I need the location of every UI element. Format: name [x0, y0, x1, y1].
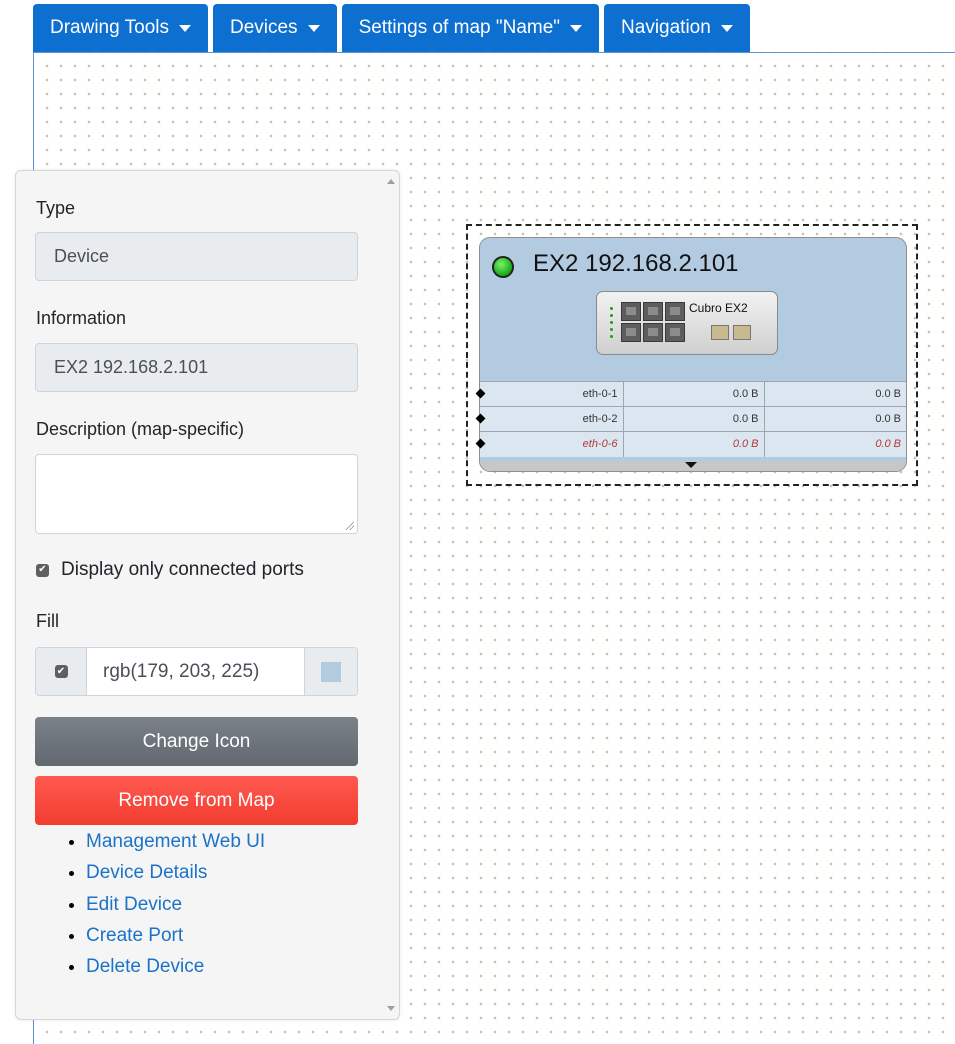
port-row[interactable]: eth-0-2 0.0 B 0.0 B [480, 406, 906, 432]
devices-menu[interactable]: Devices [212, 4, 337, 52]
led-indicators [610, 307, 613, 342]
management-web-ui-link[interactable]: Management Web UI [86, 831, 265, 852]
map-settings-label: Settings of map "Name" [358, 17, 561, 38]
type-label: Type [36, 198, 76, 218]
rj45-ports [621, 302, 685, 342]
remove-from-map-button[interactable]: Remove from Map [35, 776, 358, 825]
navigation-label: Navigation [621, 17, 711, 38]
port-in-traffic: 0.0 B [623, 431, 765, 457]
edit-device-link[interactable]: Edit Device [86, 894, 182, 915]
expand-ports-bar[interactable] [480, 461, 906, 471]
port-name: eth-0-6 [480, 431, 624, 457]
port-row[interactable]: eth-0-6 0.0 B 0.0 B [480, 431, 906, 457]
map-settings-menu[interactable]: Settings of map "Name" [341, 4, 600, 52]
scroll-up-icon[interactable] [387, 179, 395, 184]
list-item: Edit Device [86, 889, 265, 920]
drawing-tools-label: Drawing Tools [50, 17, 169, 38]
caret-down-icon [720, 24, 733, 32]
fill-enable-addon: ✔ [36, 648, 87, 695]
navigation-menu[interactable]: Navigation [604, 4, 750, 52]
list-item: Create Port [86, 920, 265, 951]
connected-ports-label: Display only connected ports [61, 559, 304, 580]
caret-down-icon [307, 24, 320, 32]
scroll-down-icon[interactable] [387, 1006, 395, 1011]
port-name: eth-0-1 [480, 381, 624, 407]
description-textarea[interactable] [35, 454, 358, 534]
port-table: eth-0-1 0.0 B 0.0 B eth-0-2 0.0 B 0.0 B … [480, 381, 906, 457]
information-label: Information [36, 308, 127, 328]
connected-ports-checkbox[interactable]: ✔ [36, 563, 49, 577]
port-row[interactable]: eth-0-1 0.0 B 0.0 B [480, 381, 906, 407]
fill-enable-checkbox[interactable]: ✔ [54, 665, 68, 678]
delete-device-link[interactable]: Delete Device [86, 956, 204, 977]
port-name: eth-0-2 [480, 406, 624, 432]
port-in-traffic: 0.0 B [623, 381, 765, 407]
caret-down-icon [178, 24, 191, 32]
device-details-link[interactable]: Device Details [86, 862, 207, 883]
fill-color-picker[interactable] [304, 648, 357, 695]
map-toolbar: Drawing Tools Devices Settings of map "N… [33, 4, 750, 52]
drawing-tools-menu[interactable]: Drawing Tools [33, 4, 208, 52]
color-swatch-icon [321, 661, 341, 682]
properties-panel: Type Device Information EX2 192.168.2.10… [15, 170, 400, 1020]
device-node[interactable]: EX2 192.168.2.101 Cubro EX2 eth-0-1 0.0 … [479, 237, 907, 472]
connected-ports-option[interactable]: ✔ Display only connected ports [36, 559, 304, 581]
devices-label: Devices [229, 17, 298, 38]
list-item: Device Details [86, 857, 265, 888]
device-node-title: EX2 192.168.2.101 [533, 250, 739, 277]
status-indicator-icon [492, 256, 514, 278]
type-field: Device [35, 232, 358, 281]
port-out-traffic: 0.0 B [764, 381, 906, 407]
list-item: Delete Device [86, 951, 265, 982]
port-out-traffic: 0.0 B [764, 406, 906, 432]
create-port-link[interactable]: Create Port [86, 925, 183, 946]
list-item: Management Web UI [86, 826, 265, 857]
resize-grip-icon[interactable] [346, 522, 354, 530]
device-action-links: Management Web UI Device Details Edit De… [56, 826, 265, 982]
caret-down-icon [570, 24, 583, 32]
information-field: EX2 192.168.2.101 [35, 343, 358, 392]
sfp-ports [711, 325, 751, 340]
switch-device-icon: Cubro EX2 [596, 291, 778, 355]
port-in-traffic: 0.0 B [623, 406, 765, 432]
fill-input-group: ✔ rgb(179, 203, 225) [35, 647, 358, 696]
panel-scrollbar[interactable] [385, 175, 397, 1015]
change-icon-button[interactable]: Change Icon [35, 717, 358, 766]
description-label: Description (map-specific) [36, 419, 245, 439]
fill-label: Fill [36, 611, 59, 631]
device-model-label: Cubro EX2 [689, 301, 748, 315]
port-out-traffic: 0.0 B [764, 431, 906, 457]
fill-color-input[interactable]: rgb(179, 203, 225) [87, 648, 304, 695]
caret-down-icon [685, 462, 697, 468]
